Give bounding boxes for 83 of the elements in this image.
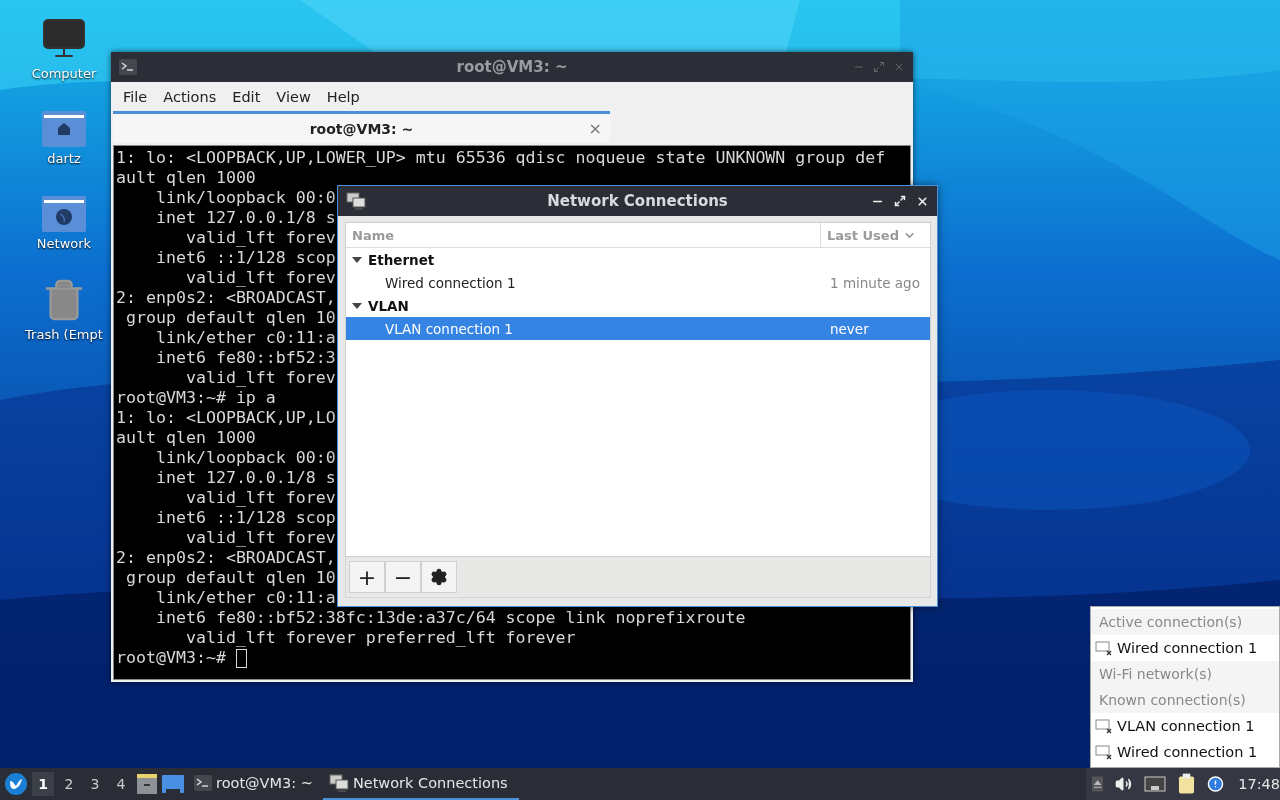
- menu-item[interactable]: Help: [318, 88, 368, 105]
- terminal-line: 2: enp0s2: <BROADCAST,: [116, 288, 336, 308]
- terminal-line: valid_lft forev: [184, 528, 336, 548]
- terminal-line: 2: enp0s2: <BROADCAST,: [116, 548, 336, 568]
- terminal-line: inet 127.0.0.1/8 s: [154, 208, 336, 228]
- terminal-line: valid_lft forev: [184, 228, 336, 248]
- terminal-line: ault qlen 1000: [116, 428, 256, 448]
- group-label: VLAN: [368, 297, 409, 314]
- text-cursor: [235, 648, 247, 668]
- window-title: root@VM3: ~: [455, 58, 569, 76]
- terminal-line: link/loopback 00:0: [154, 448, 336, 468]
- connection-name: VLAN connection 1: [384, 320, 514, 337]
- desktop-icon-label[interactable]: Network: [36, 236, 92, 251]
- connection-name: Wired connection 1: [384, 274, 517, 291]
- tab-close-button[interactable]: ×: [588, 119, 602, 138]
- terminal-line: link/loopback 00:0: [154, 188, 336, 208]
- last-used: never: [829, 320, 870, 337]
- eject-icon[interactable]: [1092, 776, 1104, 792]
- terminal-tab[interactable]: root@VM3: ~ ×: [113, 111, 610, 143]
- terminal-line: valid_lft forev: [184, 368, 336, 388]
- desktop-icon[interactable]: [162, 775, 184, 793]
- terminal-prompt: root@VM3:~#: [116, 648, 227, 668]
- volume-icon[interactable]: [1115, 775, 1133, 793]
- wired-disconnected-icon: [1095, 718, 1113, 734]
- network-computers-icon: [328, 774, 349, 792]
- workspace-button[interactable]: 4: [110, 772, 132, 796]
- notification-icon[interactable]: [1207, 775, 1225, 793]
- terminal-line: valid_lft forev: [184, 488, 336, 508]
- terminal-line: valid_lft forev: [184, 268, 336, 288]
- add-button[interactable]: +: [349, 561, 385, 593]
- terminal-line: root@VM3:~# ip a: [116, 388, 276, 408]
- terminal-line: inet6 fe80::bf52:3: [154, 348, 336, 368]
- workspace-button[interactable]: 3: [84, 772, 106, 796]
- workspace-button[interactable]: 1: [32, 772, 54, 796]
- file-cabinet-icon[interactable]: [136, 774, 158, 794]
- wired-disconnected-icon: [1095, 744, 1113, 760]
- menu-section-header: Known connection(s): [1091, 687, 1279, 713]
- maximize-icon[interactable]: [894, 195, 906, 207]
- connection-row[interactable]: VLAN connection 1 never: [346, 317, 930, 340]
- terminal-icon: [194, 775, 212, 791]
- dialog-title: Network Connections: [546, 192, 729, 210]
- terminal-line: inet 127.0.0.1/8 s: [154, 468, 336, 488]
- terminal-line: 1: lo: <LOOPBACK,UP,LO: [116, 408, 336, 428]
- expanded-arrow-icon[interactable]: [352, 254, 362, 265]
- menu-item[interactable]: Wired connection 1: [1091, 739, 1279, 765]
- menu-item[interactable]: VLAN connection 1: [1091, 713, 1279, 739]
- menu-item[interactable]: Wired connection 1: [1091, 635, 1279, 661]
- terminal-line: group default qlen 10: [125, 568, 336, 588]
- clock[interactable]: 17:48: [1238, 776, 1280, 792]
- workspace-button[interactable]: 2: [58, 772, 80, 796]
- taskbar-task[interactable]: Network Connections: [322, 768, 519, 800]
- start-menu-icon[interactable]: [4, 772, 28, 796]
- gear-icon: [430, 568, 448, 586]
- menu-item[interactable]: Actions: [155, 88, 225, 105]
- menu-section-header: Wi-Fi network(s): [1091, 661, 1279, 687]
- network-icon[interactable]: [1144, 776, 1167, 792]
- taskbar-task[interactable]: root@VM3: ~: [188, 768, 319, 800]
- terminal-line: link/ether c0:11:a: [154, 328, 336, 348]
- connection-row[interactable]: Wired connection 1 1 minute ago: [346, 271, 930, 294]
- menu-item[interactable]: View: [268, 88, 319, 105]
- terminal-line: 1: lo: <LOOPBACK,UP,LOWER_UP> mtu 65536 qdisc noqueue state UNKNOWN group def: [116, 148, 886, 168]
- desktop-icon-label[interactable]: dartz: [47, 151, 81, 166]
- desktop-icon-label[interactable]: Trash (Empt: [25, 327, 103, 342]
- settings-button[interactable]: [421, 561, 457, 593]
- menu-section-header: Active connection(s): [1091, 609, 1279, 635]
- terminal-line: valid_lft forever preferred_lft forever: [184, 628, 576, 648]
- clipboard-icon[interactable]: [1178, 773, 1196, 795]
- terminal-line: inet6 ::1/128 scop: [154, 508, 336, 528]
- terminal-line: link/ether c0:11:a: [154, 588, 336, 608]
- last-used: 1 minute ago: [829, 274, 921, 291]
- terminal-line: ault qlen 1000: [116, 168, 256, 188]
- group-label: Ethernet: [368, 251, 435, 268]
- terminal-line: inet6 fe80::bf52:38fc:13de:a37c/64 scope link noprefixroute: [154, 608, 746, 628]
- close-icon[interactable]: [916, 194, 929, 208]
- terminal-line: inet6 ::1/128 scop: [154, 248, 336, 268]
- terminal-icon: [119, 59, 137, 75]
- remove-button[interactable]: −: [385, 561, 421, 593]
- wired-disconnected-icon: [1095, 640, 1113, 656]
- expanded-arrow-icon[interactable]: [352, 300, 362, 311]
- menu-item[interactable]: File: [115, 88, 156, 105]
- terminal-line: group default qlen 10: [125, 308, 336, 328]
- menu-item[interactable]: Edit: [224, 88, 269, 105]
- network-computers-icon: [346, 192, 366, 210]
